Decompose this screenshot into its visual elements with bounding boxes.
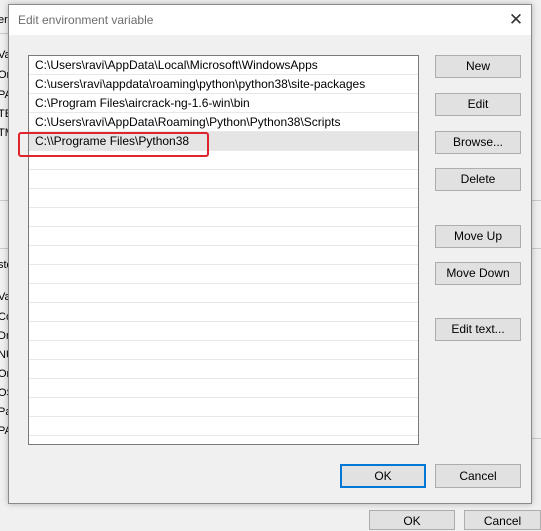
empty-list-row[interactable] [29,227,418,246]
empty-list-row[interactable] [29,189,418,208]
empty-list-row[interactable] [29,170,418,189]
ok-button[interactable]: OK [340,464,426,488]
browse-button[interactable]: Browse... [435,131,521,154]
bg-fragment: er [0,14,8,26]
edit-environment-variable-dialog: Edit environment variable ✕ C:\Users\rav… [8,4,532,504]
new-button[interactable]: New [435,55,521,78]
close-icon[interactable]: ✕ [501,5,531,35]
path-list-item[interactable]: C:\Program Files\aircrack-ng-1.6-win\bin [29,94,418,113]
dialog-title: Edit environment variable [18,13,154,27]
edit-button[interactable]: Edit [435,93,521,116]
empty-list-row[interactable] [29,246,418,265]
path-list-item[interactable]: C:\Users\ravi\AppData\Roaming\Python\Pyt… [29,113,418,132]
background-ok-button[interactable]: OK [369,510,455,530]
dialog-titlebar[interactable]: Edit environment variable ✕ [9,5,531,35]
empty-list-row[interactable] [29,360,418,379]
empty-list-row[interactable] [29,208,418,227]
empty-list-row[interactable] [29,379,418,398]
empty-list-row[interactable] [29,398,418,417]
move-down-button[interactable]: Move Down [435,262,521,285]
path-list-item[interactable]: C:\users\ravi\appdata\roaming\python\pyt… [29,75,418,94]
empty-list-row[interactable] [29,265,418,284]
move-up-button[interactable]: Move Up [435,225,521,248]
empty-list-row[interactable] [29,417,418,436]
empty-list-row[interactable] [29,341,418,360]
cancel-button[interactable]: Cancel [435,464,521,488]
delete-button[interactable]: Delete [435,168,521,191]
path-list-item[interactable]: C:\Users\ravi\AppData\Local\Microsoft\Wi… [29,56,418,75]
empty-list-row[interactable] [29,284,418,303]
red-highlight-annotation [18,132,209,157]
background-cancel-button[interactable]: Cancel [464,510,541,530]
empty-list-row[interactable] [29,303,418,322]
empty-list-row[interactable] [29,322,418,341]
edit-text-button[interactable]: Edit text... [435,318,521,341]
path-list[interactable]: C:\Users\ravi\AppData\Local\Microsoft\Wi… [28,55,419,445]
background-window-right-edge [531,0,541,519]
